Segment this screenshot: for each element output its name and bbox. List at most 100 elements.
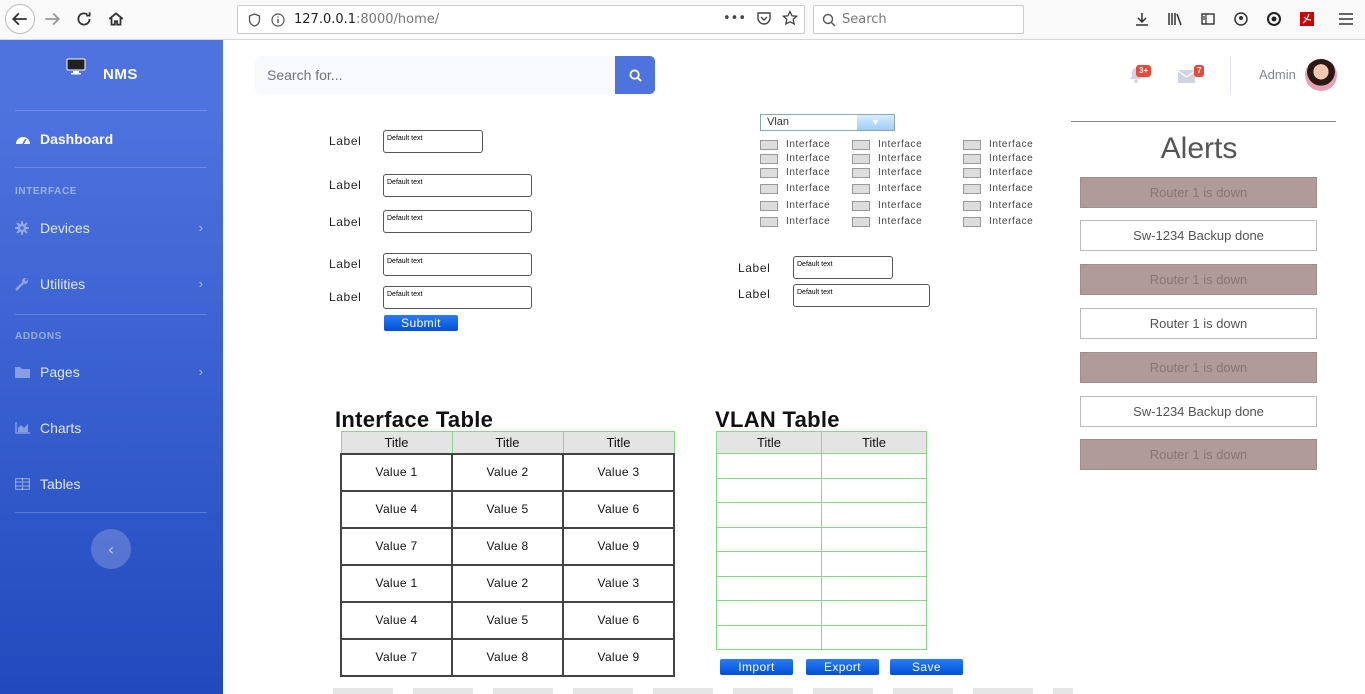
text-field[interactable]: Default text: [383, 286, 532, 309]
checkbox-icon[interactable]: [852, 167, 870, 178]
interface-checkbox[interactable]: Interface: [852, 200, 922, 211]
sidebar-toggle-icon[interactable]: [1198, 9, 1218, 29]
checkbox-icon[interactable]: [760, 167, 778, 178]
table-cell[interactable]: [716, 551, 822, 577]
alert-item[interactable]: Router 1 is down: [1080, 264, 1317, 295]
checkbox-icon[interactable]: [760, 216, 778, 227]
pdf-extension-icon[interactable]: [1297, 9, 1317, 29]
checkbox-icon[interactable]: [852, 183, 870, 194]
checkbox-icon[interactable]: [760, 183, 778, 194]
extension-icon[interactable]: [1264, 9, 1284, 29]
checkbox-icon[interactable]: [852, 200, 870, 211]
table-cell[interactable]: [716, 477, 822, 503]
hamburger-menu-icon[interactable]: [1336, 9, 1356, 29]
interface-checkbox[interactable]: Interface: [963, 139, 1033, 150]
search-input[interactable]: [255, 56, 615, 94]
interface-checkbox[interactable]: Interface: [760, 153, 830, 164]
table-cell[interactable]: [821, 477, 927, 503]
library-icon[interactable]: [1165, 9, 1185, 29]
search-button[interactable]: [615, 56, 655, 94]
checkbox-icon[interactable]: [963, 200, 981, 211]
interface-checkbox[interactable]: Interface: [963, 153, 1033, 164]
interface-checkbox[interactable]: Interface: [760, 183, 830, 194]
address-bar[interactable]: 127.0.0.1:8000/home/ •••: [237, 5, 805, 34]
pocket-icon[interactable]: [756, 11, 772, 26]
account-icon[interactable]: [1231, 9, 1251, 29]
checkbox-icon[interactable]: [760, 153, 778, 164]
interface-checkbox[interactable]: Interface: [852, 139, 922, 150]
interface-checkbox[interactable]: Interface: [963, 167, 1033, 178]
sidebar-item-dashboard[interactable]: Dashboard: [15, 128, 207, 150]
interface-checkbox[interactable]: Interface: [963, 216, 1033, 227]
user-name[interactable]: Admin: [1259, 67, 1296, 82]
alert-item[interactable]: Router 1 is down: [1080, 439, 1317, 470]
table-cell[interactable]: [821, 502, 927, 528]
forward-button[interactable]: [38, 5, 66, 33]
envelope-icon[interactable]: [1177, 68, 1196, 87]
interface-checkbox[interactable]: Interface: [852, 153, 922, 164]
column-header[interactable]: Title: [562, 431, 675, 454]
sidebar-item-pages[interactable]: Pages ›: [15, 361, 207, 383]
text-field[interactable]: Default text: [793, 284, 930, 307]
alert-item[interactable]: Sw-1234 Backup done: [1080, 220, 1317, 251]
text-field[interactable]: Default text: [383, 253, 532, 276]
alert-item[interactable]: Router 1 is down: [1080, 177, 1317, 208]
interface-checkbox[interactable]: Interface: [760, 216, 830, 227]
text-field[interactable]: Default text: [383, 210, 532, 233]
sidebar-item-tables[interactable]: Tables: [15, 473, 207, 495]
submit-button[interactable]: Submit: [384, 315, 458, 331]
browser-search-field[interactable]: Search: [813, 5, 1024, 34]
alert-item[interactable]: Router 1 is down: [1080, 352, 1317, 383]
interface-checkbox[interactable]: Interface: [852, 216, 922, 227]
home-button[interactable]: [102, 5, 130, 33]
table-cell[interactable]: [716, 624, 822, 650]
column-header[interactable]: Title: [716, 431, 822, 454]
page-actions-icon[interactable]: •••: [723, 11, 746, 26]
table-cell[interactable]: [716, 453, 822, 479]
download-icon[interactable]: [1132, 9, 1152, 29]
table-cell[interactable]: [821, 575, 927, 601]
checkbox-icon[interactable]: [963, 216, 981, 227]
checkbox-icon[interactable]: [852, 216, 870, 227]
table-cell[interactable]: [716, 575, 822, 601]
sidebar-toggle-button[interactable]: ‹: [91, 529, 131, 569]
sidebar-brand[interactable]: NMS: [0, 58, 223, 88]
checkbox-icon[interactable]: [852, 139, 870, 150]
reload-button[interactable]: [70, 5, 98, 33]
alert-item[interactable]: Sw-1234 Backup done: [1080, 396, 1317, 427]
checkbox-icon[interactable]: [963, 139, 981, 150]
vlan-select[interactable]: Vlan ▼: [760, 114, 895, 131]
table-cell[interactable]: [821, 453, 927, 479]
table-cell[interactable]: [716, 526, 822, 552]
interface-checkbox[interactable]: Interface: [852, 167, 922, 178]
checkbox-icon[interactable]: [963, 153, 981, 164]
table-cell[interactable]: [821, 624, 927, 650]
info-icon[interactable]: [270, 12, 286, 28]
checkbox-icon[interactable]: [963, 183, 981, 194]
export-button[interactable]: Export: [806, 659, 879, 675]
table-cell[interactable]: [821, 600, 927, 626]
back-button[interactable]: [5, 4, 35, 34]
interface-checkbox[interactable]: Interface: [760, 139, 830, 150]
avatar[interactable]: [1305, 59, 1337, 91]
sidebar-item-devices[interactable]: Devices ›: [15, 217, 207, 239]
checkbox-icon[interactable]: [760, 139, 778, 150]
sidebar-item-charts[interactable]: Charts: [15, 417, 207, 439]
column-header[interactable]: Title: [821, 431, 927, 454]
interface-checkbox[interactable]: Interface: [963, 200, 1033, 211]
column-header[interactable]: Title: [340, 431, 453, 454]
text-field[interactable]: Default text: [383, 130, 483, 153]
alert-item[interactable]: Router 1 is down: [1080, 308, 1317, 339]
import-button[interactable]: Import: [720, 659, 793, 675]
sidebar-item-utilities[interactable]: Utilities ›: [15, 273, 207, 295]
table-cell[interactable]: [821, 526, 927, 552]
interface-checkbox[interactable]: Interface: [963, 183, 1033, 194]
column-header[interactable]: Title: [451, 431, 564, 454]
checkbox-icon[interactable]: [760, 200, 778, 211]
table-cell[interactable]: [716, 502, 822, 528]
text-field[interactable]: Default text: [383, 174, 532, 197]
text-field[interactable]: Default text: [793, 256, 893, 279]
table-cell[interactable]: [716, 600, 822, 626]
interface-checkbox[interactable]: Interface: [760, 167, 830, 178]
checkbox-icon[interactable]: [852, 153, 870, 164]
